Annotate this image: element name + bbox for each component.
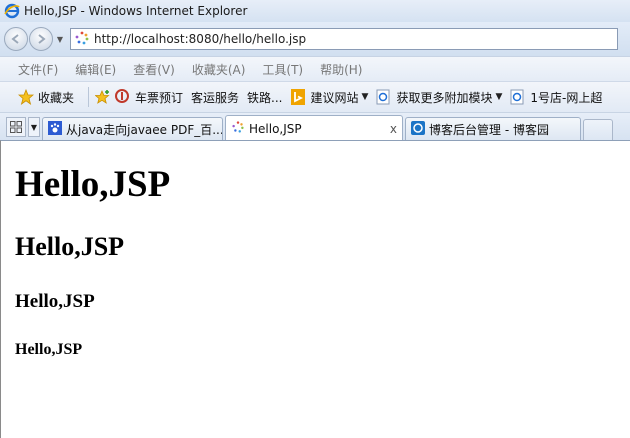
window-title: Hello,JSP - Windows Internet Explorer	[24, 4, 248, 18]
menu-bar: 文件(F) 编辑(E) 查看(V) 收藏夹(A) 工具(T) 帮助(H)	[0, 56, 630, 81]
ie-page-icon	[376, 89, 392, 105]
back-button[interactable]	[4, 27, 28, 51]
add-favorite-icon[interactable]	[94, 89, 111, 105]
fav-get-addons[interactable]: 获取更多附加模块 ▼	[376, 89, 502, 106]
chevron-down-icon: ▼	[495, 92, 503, 102]
favorites-button[interactable]: 收藏夹	[17, 88, 75, 106]
tab-java-pdf-label: 从java走向javaee PDF_百...	[66, 123, 223, 137]
tab-cnblogs[interactable]: 博客后台管理 - 博客园	[405, 117, 581, 141]
tab-cnblogs-label: 博客后台管理 - 博客园	[429, 123, 549, 137]
loading-spinner-icon	[74, 30, 90, 49]
menu-help[interactable]: 帮助(H)	[320, 61, 362, 78]
star-icon	[17, 88, 35, 105]
navigation-bar: ▼ http://localhost:8080/hello/hello.jsp	[0, 22, 630, 56]
history-dropdown-button[interactable]: ▼	[54, 34, 66, 44]
fav-link-railway[interactable]: 铁路...	[247, 89, 282, 106]
favorites-divider	[88, 87, 90, 107]
tab-java-pdf[interactable]: 从java走向javaee PDF_百...	[42, 117, 223, 141]
ie-logo-icon	[4, 3, 20, 19]
tab-hello-jsp-label: Hello,JSP	[249, 121, 302, 136]
favorites-label: 收藏夹	[38, 90, 75, 105]
railway-logo-icon	[115, 89, 131, 105]
fav-suggested-sites[interactable]: 建议网站 ▼	[290, 89, 369, 106]
fav-yhd[interactable]: 1号店-网上超	[510, 89, 602, 106]
close-tab-button[interactable]: x	[390, 122, 397, 136]
address-url: http://localhost:8080/hello/hello.jsp	[94, 32, 307, 46]
tab-bar: ▼ 从java走向javaee PDF_百... Hello,JSP x 博客后…	[0, 112, 630, 141]
quick-tabs-icon	[10, 121, 22, 133]
menu-favorites[interactable]: 收藏夹(A)	[192, 61, 246, 78]
heading-h3: Hello,JSP	[15, 291, 95, 312]
heading-h4: Hello,JSP	[15, 341, 83, 358]
tab-hello-jsp[interactable]: Hello,JSP x	[225, 115, 403, 141]
fav-link-tickets[interactable]: 车票预订	[115, 89, 183, 106]
fav-link-passenger[interactable]: 客运服务	[191, 89, 239, 106]
ie-page-icon	[510, 89, 526, 105]
menu-file[interactable]: 文件(F)	[18, 61, 58, 78]
window-titlebar: Hello,JSP - Windows Internet Explorer	[0, 0, 630, 22]
fav-get-addons-label: 获取更多附加模块	[396, 90, 493, 105]
menu-view[interactable]: 查看(V)	[133, 61, 175, 78]
address-bar[interactable]: http://localhost:8080/hello/hello.jsp	[70, 28, 618, 50]
fav-link-tickets-label: 车票预订	[135, 90, 184, 105]
menu-tools[interactable]: 工具(T)	[262, 61, 303, 78]
quick-tabs-button[interactable]	[6, 117, 26, 137]
chevron-down-icon: ▼	[361, 92, 369, 102]
fav-suggested-sites-label: 建议网站	[310, 90, 359, 105]
heading-h1: Hello,JSP	[15, 164, 171, 205]
paw-icon	[48, 121, 62, 138]
page-content: Hello,JSP Hello,JSP Hello,JSP Hello,JSP	[0, 140, 630, 438]
fav-link-railway-label: 铁路...	[247, 90, 283, 105]
fav-link-passenger-label: 客运服务	[191, 90, 240, 105]
heading-h2: Hello,JSP	[15, 232, 125, 261]
loading-spinner-icon	[231, 120, 245, 137]
forward-button[interactable]	[29, 27, 53, 51]
tab-list-button[interactable]: ▼	[28, 117, 40, 137]
forward-arrow-icon	[38, 34, 46, 44]
fav-yhd-label: 1号店-网上超	[530, 90, 603, 105]
new-tab-button[interactable]	[583, 119, 613, 141]
back-arrow-icon	[11, 34, 19, 44]
bing-icon	[290, 89, 307, 105]
favorites-bar: 收藏夹 车票预订 客运服务 铁路... 建议网站 ▼ 获取更多附加模块 ▼ 1号…	[0, 81, 630, 112]
cnblogs-logo-icon	[411, 121, 425, 138]
menu-edit[interactable]: 编辑(E)	[75, 61, 116, 78]
